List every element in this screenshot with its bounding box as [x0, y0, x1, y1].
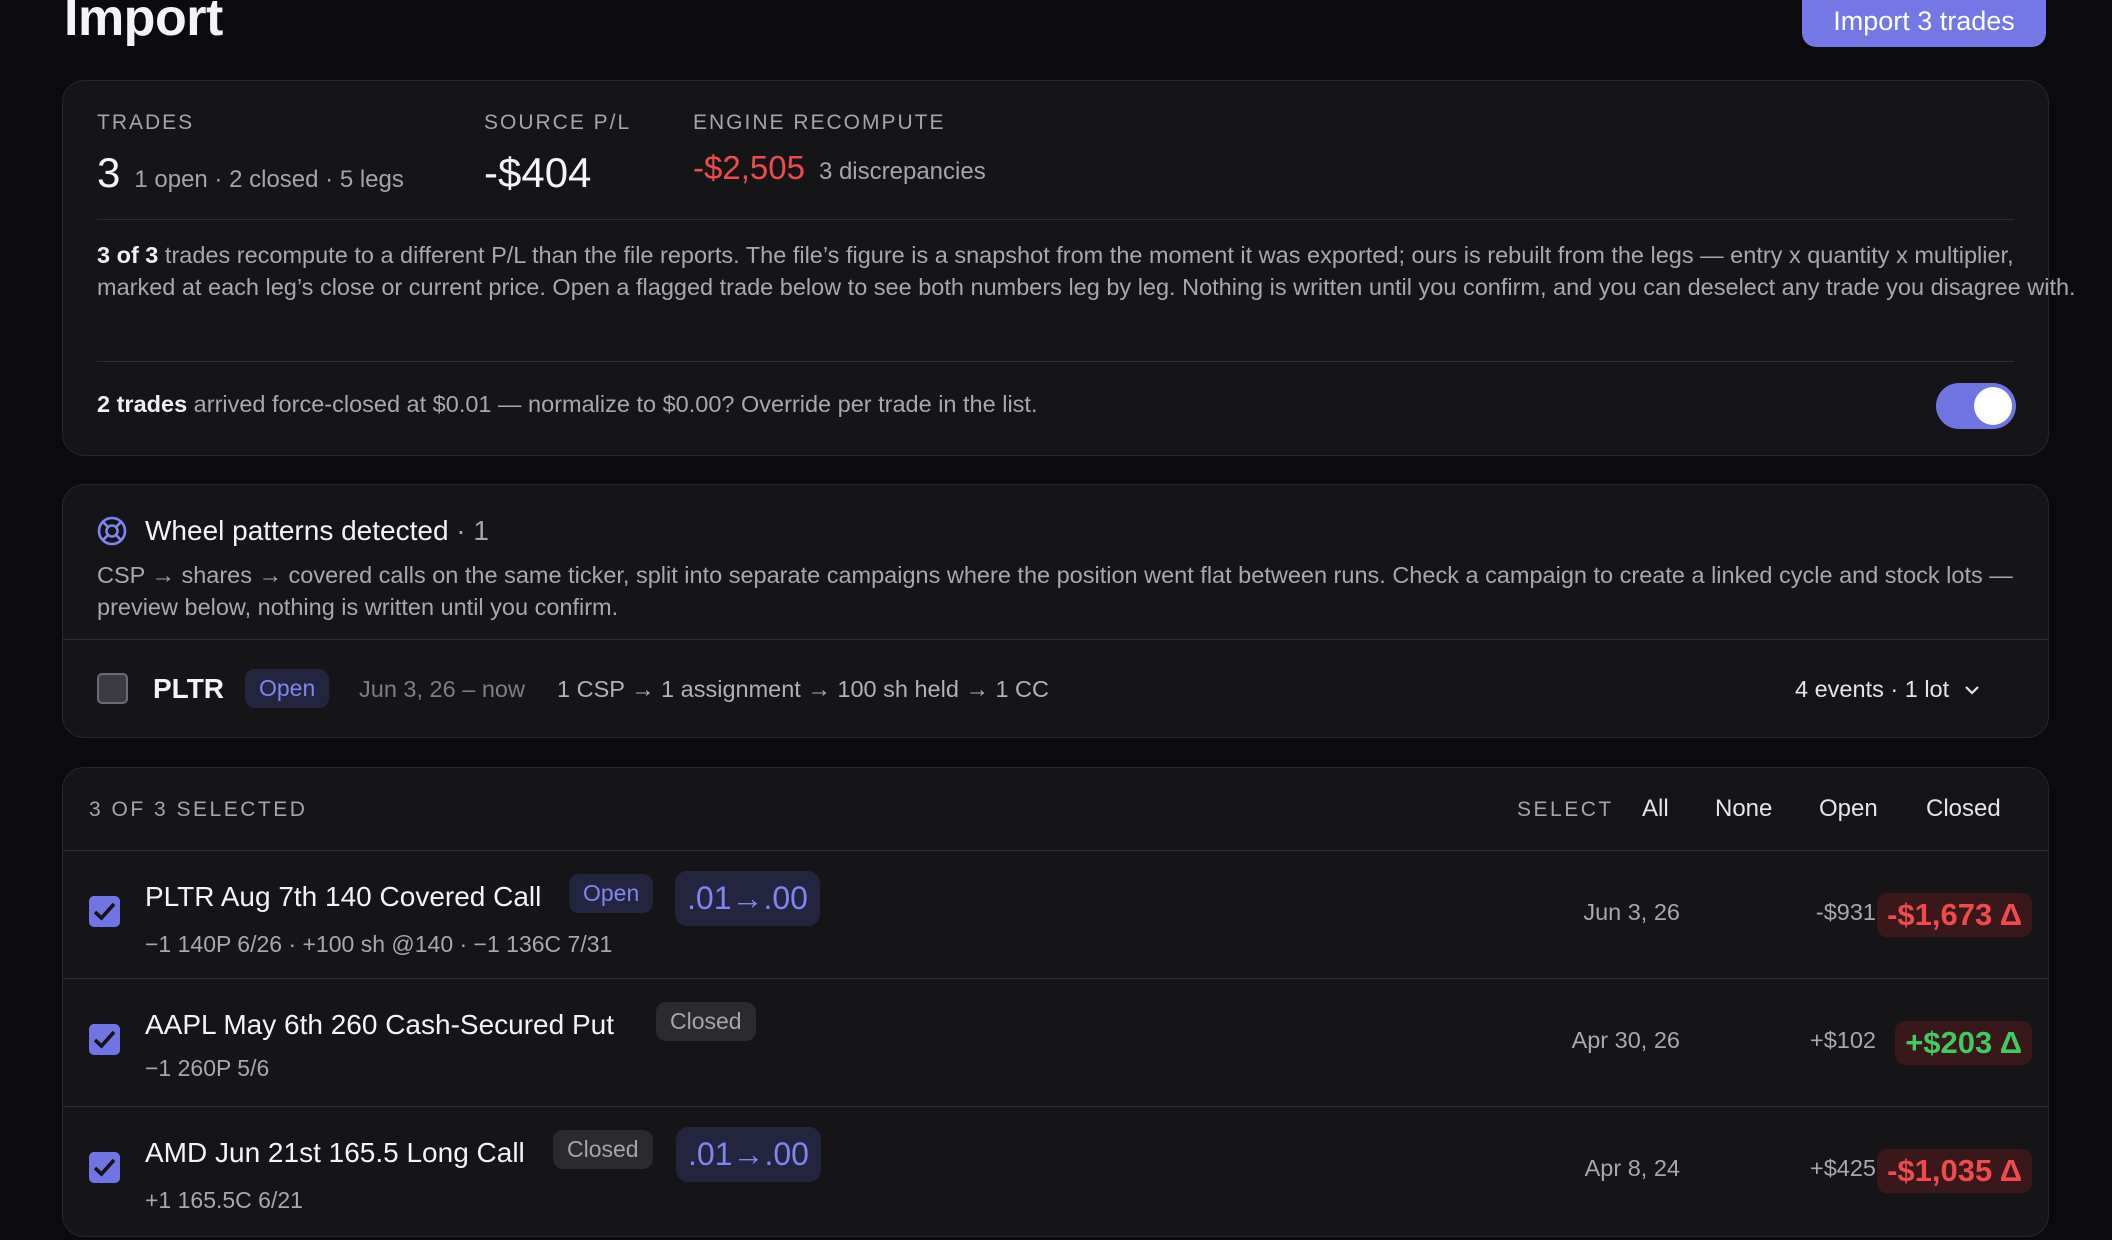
trade-legs: −1 140P 6/26 · +100 sh @140 · −1 136C 7/…: [145, 931, 613, 957]
trade-delta: -$1,673 Δ: [1877, 893, 2032, 937]
campaign-flow: 1 CSP → 1 assignment → 100 sh held → 1 C…: [557, 676, 1049, 702]
force-bold: 2 trades: [97, 391, 188, 417]
trade-source-pl: +$425: [1809, 1155, 1876, 1181]
campaign-checkbox[interactable]: [97, 673, 128, 704]
explain-bold: 3 of 3: [97, 242, 159, 268]
trade-date: Jun 3, 26: [1583, 899, 1680, 925]
normalize-toggle[interactable]: [1936, 383, 2016, 429]
trade-checkbox[interactable]: [89, 896, 120, 927]
force-close-notice: 2 trades arrived force-closed at $0.01 —…: [97, 391, 1037, 418]
select-open-button[interactable]: Open: [1819, 795, 1878, 823]
trade-source-pl: +$102: [1809, 1027, 1876, 1053]
wheel-description: CSP → shares → covered calls on the same…: [97, 562, 2013, 620]
campaign-date-range: Jun 3, 26 – now: [359, 676, 525, 702]
trades-stat-label: TRADES: [97, 111, 195, 134]
divider: [63, 639, 2048, 640]
trade-name: PLTR Aug 7th 140 Covered Call: [145, 881, 542, 912]
select-none-button[interactable]: None: [1715, 795, 1772, 823]
trade-delta: +$203 Δ: [1895, 1021, 2032, 1065]
source-pl-value: -$404: [484, 149, 592, 196]
trade-status-badge: Open: [569, 874, 654, 913]
force-text: arrived force-closed at $0.01 — normaliz…: [187, 391, 1038, 417]
engine-recompute-stat: ENGINE RECOMPUTE -$2,505 3 discrepancies: [693, 111, 986, 187]
select-all-button[interactable]: All: [1642, 795, 1669, 823]
normalize-badge[interactable]: .01→.00: [676, 1127, 821, 1182]
trade-name: AMD Jun 21st 165.5 Long Call: [145, 1137, 525, 1168]
lifebuoy-icon: [97, 516, 127, 546]
trade-checkbox[interactable]: [89, 1152, 120, 1183]
campaign-events: 4 events · 1 lot: [1795, 676, 1950, 702]
import-trades-button[interactable]: Import 3 trades: [1802, 0, 2046, 47]
table-row[interactable]: AMD Jun 21st 165.5 Long Call Closed .01→…: [63, 1106, 2048, 1234]
trade-delta: -$1,035 Δ: [1877, 1149, 2032, 1193]
checkmark-icon: [93, 902, 116, 921]
chevron-down-icon: [1965, 685, 1979, 695]
campaign-ticker: PLTR: [153, 673, 225, 704]
checkmark-icon: [93, 1158, 116, 1177]
normalize-badge[interactable]: .01→.00: [675, 871, 820, 926]
table-row[interactable]: PLTR Aug 7th 140 Covered Call Open .01→.…: [63, 850, 2048, 978]
trade-legs: −1 260P 5/6: [145, 1055, 270, 1081]
discrepancies-count: 3 discrepancies: [818, 158, 986, 185]
explain-text: trades recompute to a different P/L than…: [97, 242, 2076, 300]
divider: [97, 219, 2014, 220]
checkmark-icon: [93, 1030, 116, 1049]
recompute-explanation: 3 of 3 trades recompute to a different P…: [97, 239, 2087, 303]
trades-stat: TRADES 3 1 open · 2 closed · 5 legs: [97, 111, 404, 197]
select-closed-button[interactable]: Closed: [1926, 795, 2001, 823]
trade-source-pl: -$931: [1815, 899, 1876, 925]
trades-stat-sub: 1 open · 2 closed · 5 legs: [134, 166, 404, 193]
summary-card: TRADES 3 1 open · 2 closed · 5 legs SOUR…: [62, 80, 2076, 456]
trade-status-badge: Closed: [656, 1002, 756, 1041]
engine-recompute-label: ENGINE RECOMPUTE: [693, 111, 946, 134]
selected-count: 3 OF 3 SELECTED: [89, 798, 308, 821]
table-row[interactable]: AAPL May 6th 260 Cash-Secured Put Closed…: [63, 978, 2048, 1106]
wheel-title: Wheel patterns detected · 1: [145, 515, 489, 547]
trade-checkbox[interactable]: [89, 1024, 120, 1055]
trades-stat-value: 3: [97, 149, 121, 196]
wheel-count: · 1: [448, 515, 489, 546]
source-pl-label: SOURCE P/L: [484, 111, 632, 134]
select-label: SELECT: [1517, 798, 1614, 821]
engine-recompute-value: -$2,505: [693, 149, 805, 186]
trade-date: Apr 30, 26: [1571, 1027, 1680, 1053]
page-title: Import: [64, 0, 223, 47]
campaign-expand-toggle[interactable]: 4 events · 1 lot: [1795, 676, 1981, 703]
toggle-knob: [1974, 387, 2012, 425]
campaign-status-badge: Open: [245, 669, 330, 708]
trade-legs: +1 165.5C 6/21: [145, 1187, 303, 1213]
wheel-patterns-card: Wheel patterns detected · 1 CSP → shares…: [62, 484, 2049, 738]
trade-name: AAPL May 6th 260 Cash-Secured Put: [145, 1009, 614, 1040]
wheel-title-text: Wheel patterns detected: [145, 515, 449, 546]
trades-card: 3 OF 3 SELECTED SELECT All None Open Clo…: [62, 767, 2049, 1237]
trade-status-badge: Closed: [553, 1130, 653, 1169]
divider: [97, 361, 2014, 362]
source-pl-stat: SOURCE P/L -$404: [484, 111, 631, 197]
trade-date: Apr 8, 24: [1584, 1155, 1680, 1181]
